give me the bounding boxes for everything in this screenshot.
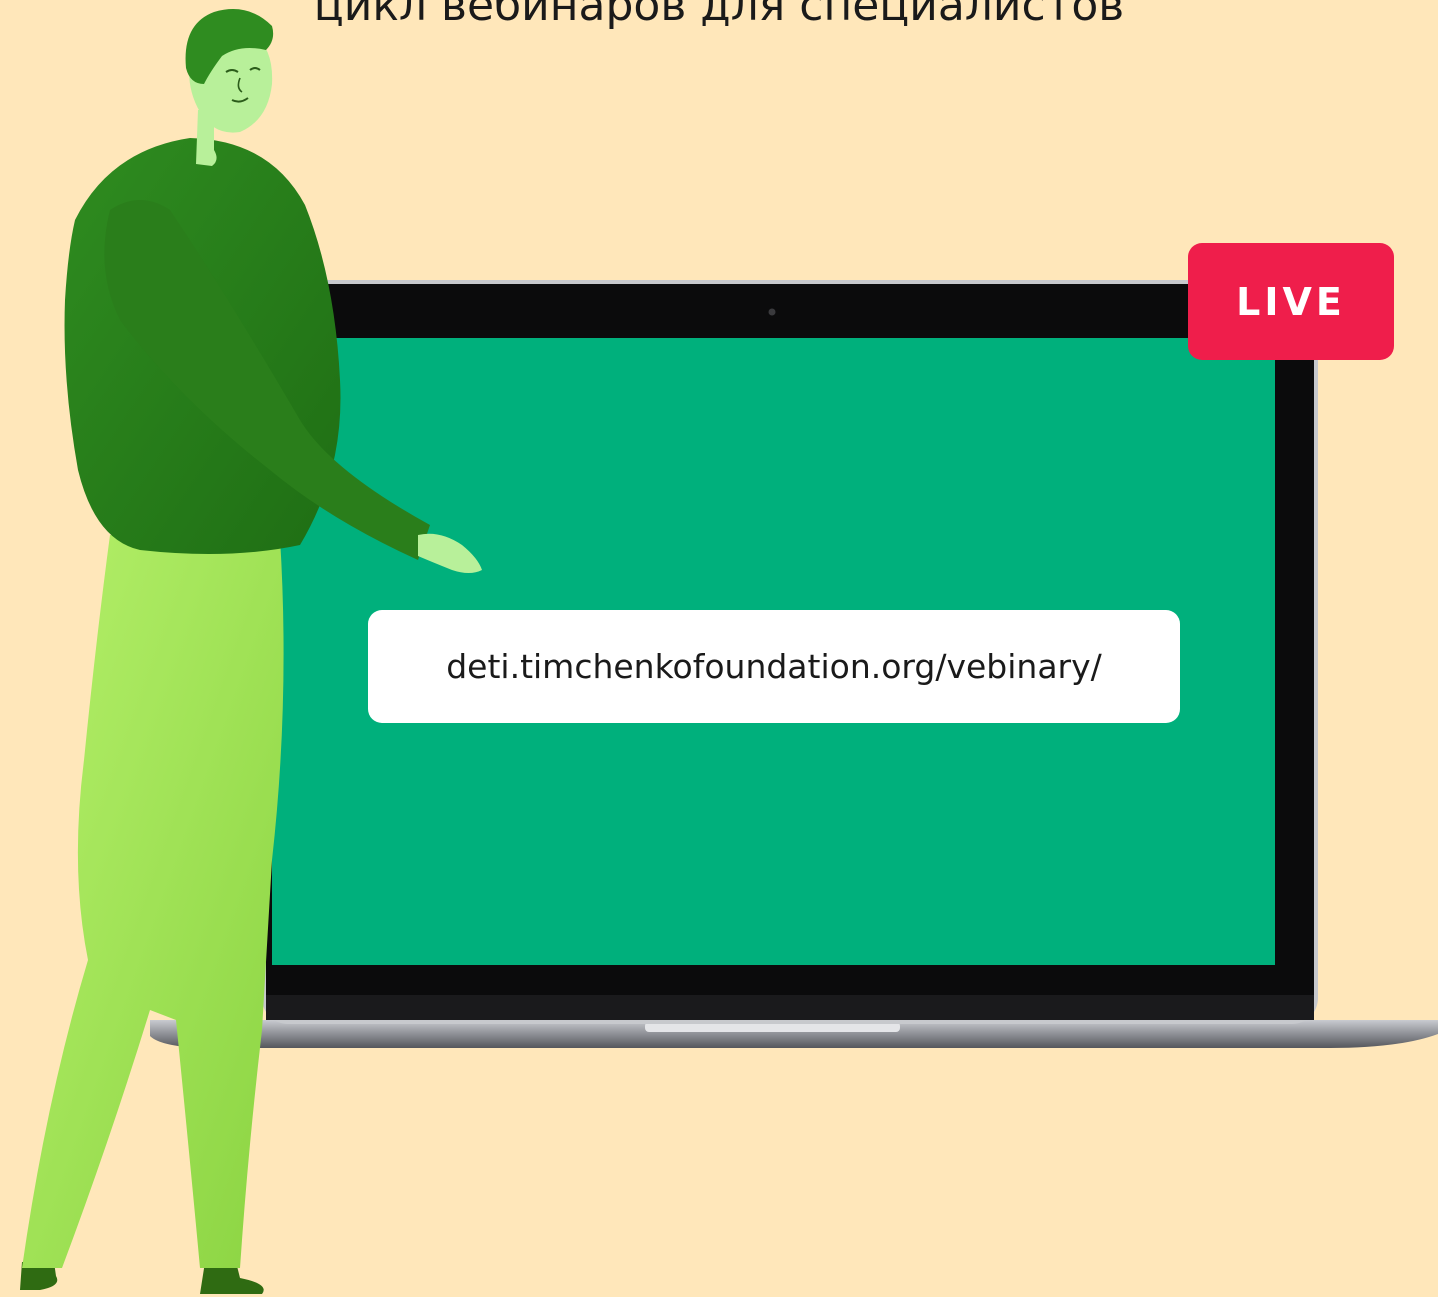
camera-icon xyxy=(768,308,776,316)
pants xyxy=(22,535,284,1268)
url-display: deti.timchenkofoundation.org/vebinary/ xyxy=(368,610,1180,723)
live-badge: LIVE xyxy=(1188,243,1394,360)
